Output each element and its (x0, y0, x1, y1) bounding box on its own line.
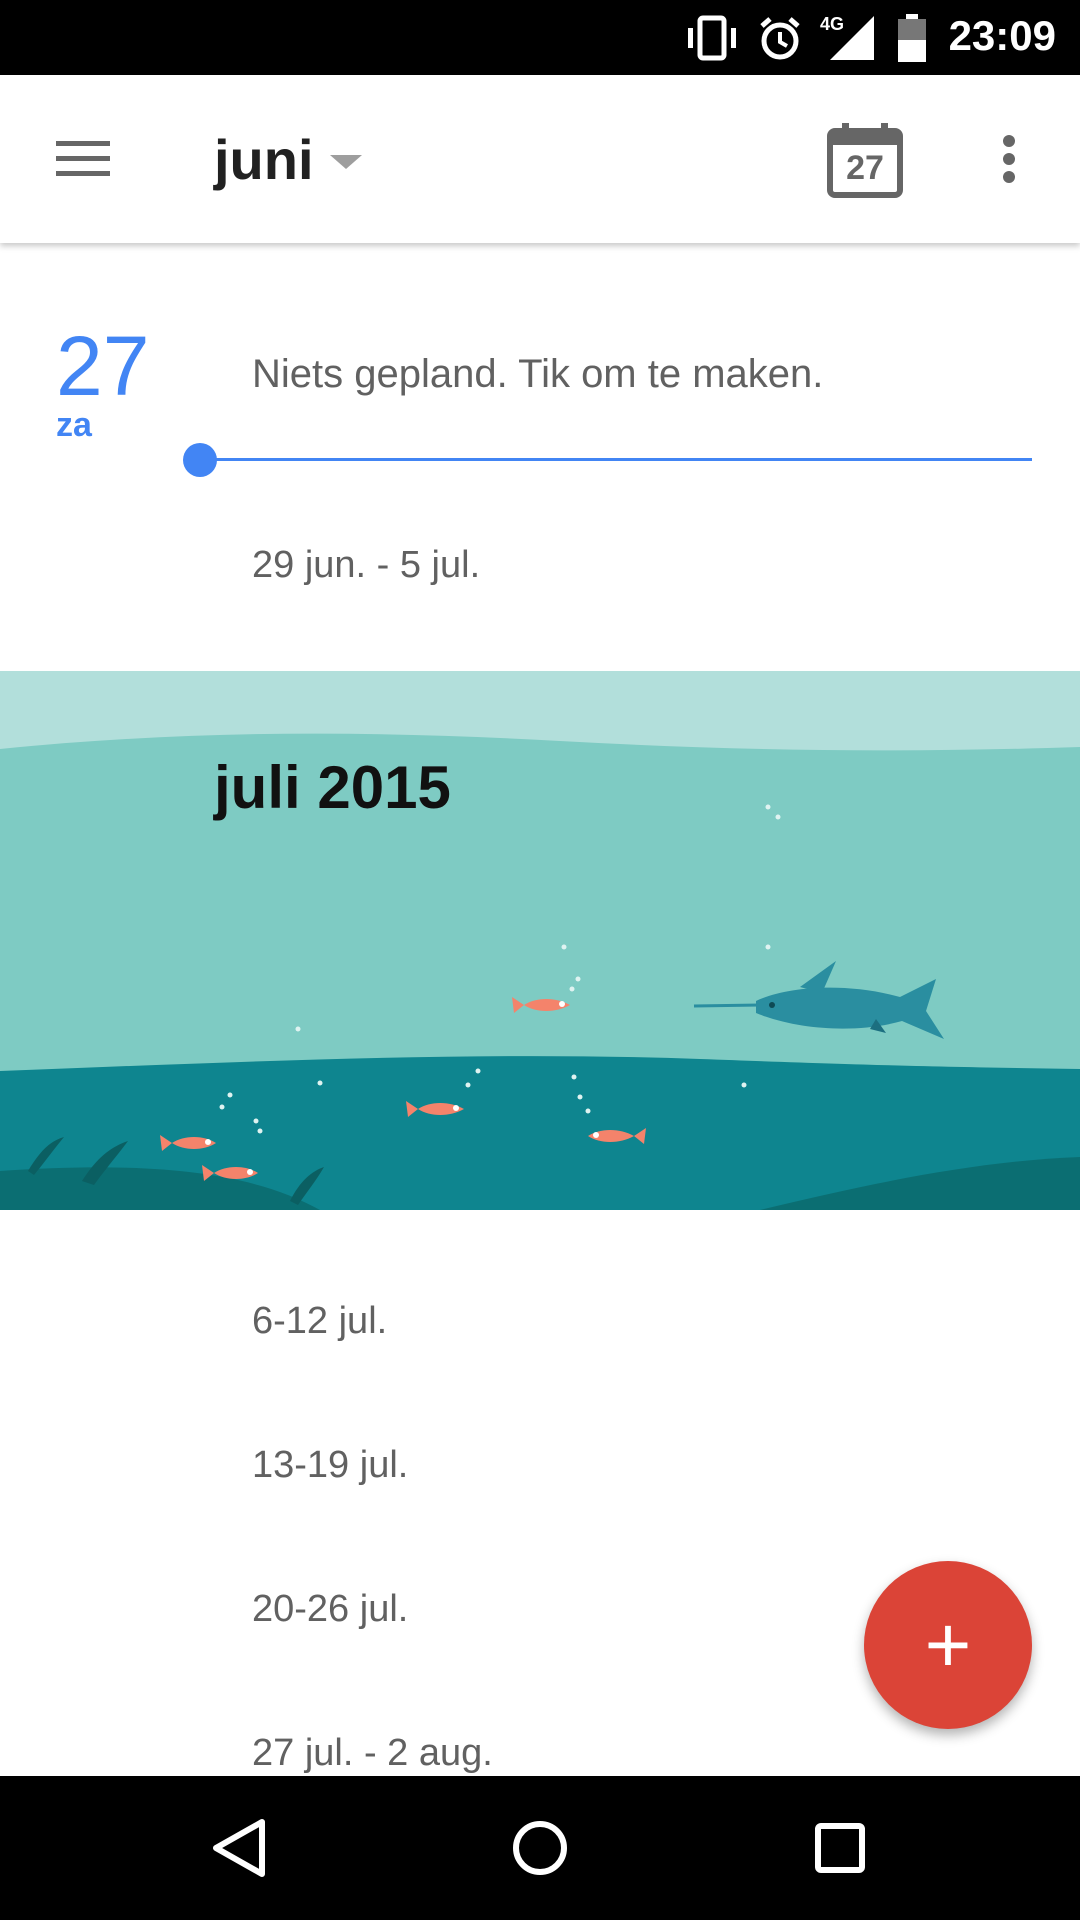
back-icon[interactable] (200, 1808, 280, 1888)
dropdown-caret-icon (330, 155, 362, 169)
clock: 23:09 (948, 12, 1056, 59)
current-time-dot (183, 443, 217, 477)
ocean-illustration (0, 671, 1080, 1210)
today-date: 27 (846, 149, 884, 187)
plus-icon: + (924, 1600, 972, 1689)
navigation-bar (0, 1776, 1080, 1920)
calendar-today-icon[interactable]: 27 (826, 121, 904, 199)
week-label[interactable]: 6-12 jul. (252, 1300, 387, 1343)
status-bar: 4G 23:09 (0, 0, 1080, 75)
week-label[interactable]: 27 jul. - 2 aug. (252, 1732, 493, 1775)
alarm-icon (756, 14, 804, 67)
current-time-line (200, 458, 1032, 461)
overflow-menu-icon[interactable] (986, 127, 1030, 191)
vibrate-icon (684, 14, 740, 67)
create-event-button[interactable]: + (864, 1561, 1032, 1729)
month-banner-title: juli 2015 (214, 754, 451, 821)
month-banner: juli 2015 (0, 671, 1080, 1210)
week-label[interactable]: 13-19 jul. (252, 1444, 408, 1487)
month-title: juni (214, 128, 314, 191)
no-events-message[interactable]: Niets gepland. Tik om te maken. (252, 352, 823, 397)
home-icon[interactable] (500, 1808, 580, 1888)
recents-icon[interactable] (800, 1808, 880, 1888)
menu-icon[interactable] (40, 127, 130, 191)
week-label[interactable]: 20-26 jul. (252, 1588, 408, 1631)
day-weekday: za (56, 406, 92, 444)
battery-icon (896, 14, 928, 69)
day-number: 27 (56, 319, 150, 413)
signal-icon (828, 14, 876, 67)
app-bar: juni 27 (0, 75, 1080, 243)
week-label[interactable]: 29 jun. - 5 jul. (252, 544, 480, 587)
